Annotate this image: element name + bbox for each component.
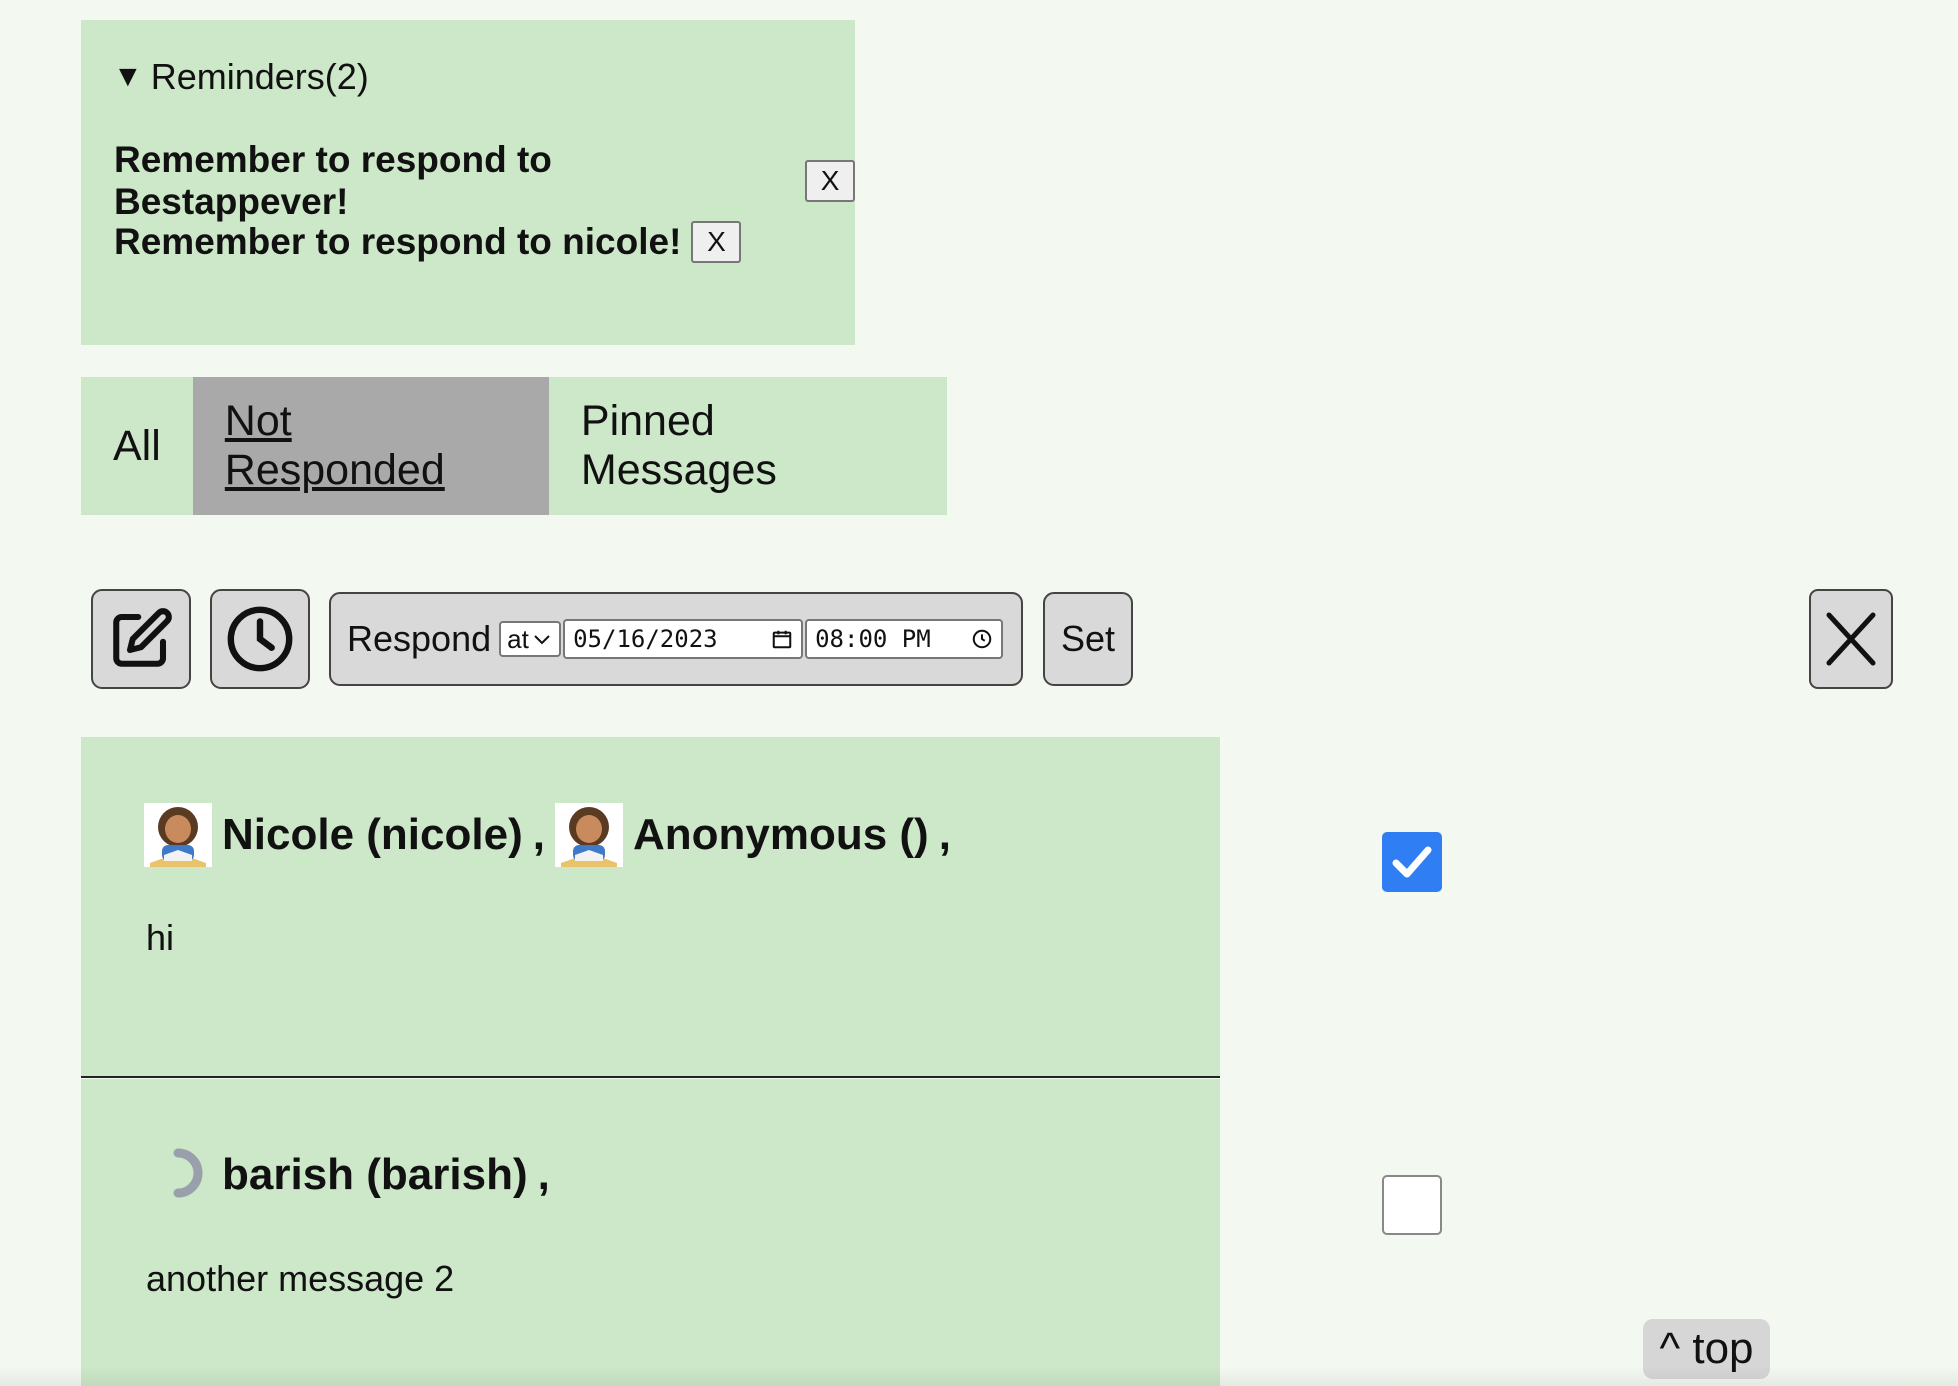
tab-all[interactable]: All — [81, 377, 193, 515]
student-avatar-icon — [144, 803, 212, 867]
clock-icon[interactable] — [971, 628, 993, 650]
bottom-shadow — [0, 1366, 1958, 1386]
author-name: Anonymous () — [632, 810, 929, 859]
calendar-icon[interactable] — [771, 628, 793, 650]
reminder-text: Remember to respond to Bestappever! — [114, 138, 552, 222]
reminders-panel: ▼ Reminders(2) Remember to respond to Be… — [81, 20, 855, 345]
author-separator: , — [532, 810, 545, 859]
reminder-item: Remember to respond to Bestappever! X — [114, 139, 855, 222]
message-toolbar: Respond at 05/16/2023 08:00 PM Set — [91, 589, 1895, 689]
message-select-checkbox[interactable] — [1382, 1175, 1442, 1235]
reminder-text: Remember to respond to nicole! — [114, 220, 682, 262]
schedule-button[interactable] — [210, 589, 310, 689]
author-name: barish (barish) — [222, 1150, 528, 1199]
student-avatar-icon — [554, 803, 623, 867]
close-icon — [1826, 612, 1876, 666]
chevron-down-icon — [534, 635, 550, 645]
disclosure-triangle-icon: ▼ — [113, 60, 143, 93]
filter-tabs: All Not Responded Pinned Messages — [81, 377, 947, 515]
message-text: another message 2 — [146, 1258, 455, 1299]
date-input[interactable]: 05/16/2023 — [563, 619, 804, 659]
respond-mode-select[interactable]: at — [499, 621, 562, 657]
edit-icon — [113, 608, 172, 667]
tab-pinned-messages[interactable]: Pinned Messages — [549, 377, 947, 515]
message-select-checkbox[interactable] — [1382, 832, 1442, 892]
time-value: 08:00 PM — [815, 625, 931, 653]
message-card: Nicole (nicole) , Anonymous () , hi — [81, 737, 1220, 1078]
set-button[interactable]: Set — [1043, 592, 1133, 686]
author-separator: , — [537, 1150, 550, 1199]
edit-button[interactable] — [91, 589, 191, 689]
reminders-list: Remember to respond to Bestappever! X Re… — [114, 139, 855, 272]
message-text: hi — [146, 917, 175, 958]
reminders-summary[interactable]: ▼ Reminders(2) — [113, 56, 369, 98]
close-button[interactable] — [1809, 589, 1893, 689]
checkmark-icon — [1392, 846, 1432, 878]
date-value: 05/16/2023 — [573, 625, 718, 653]
dismiss-reminder-button[interactable]: X — [805, 159, 855, 202]
respond-mode-value: at — [507, 623, 529, 654]
reminders-title: Reminders(2) — [150, 56, 369, 97]
author-separator: , — [938, 810, 951, 859]
time-input[interactable]: 08:00 PM — [805, 619, 1004, 659]
clock-icon — [227, 606, 293, 672]
dismiss-reminder-button[interactable]: X — [691, 220, 742, 263]
message-card: barish (barish) , another message 2 — [81, 1079, 1220, 1386]
respond-label: Respond — [347, 618, 492, 659]
respond-scheduler: Respond at 05/16/2023 08:00 PM — [329, 592, 1023, 686]
loading-spinner-icon — [173, 1148, 203, 1198]
author-name: Nicole (nicole) — [222, 810, 523, 859]
message-authors: Nicole (nicole) , Anonymous () , — [144, 803, 951, 867]
message-authors: barish (barish) , — [144, 1143, 550, 1207]
tab-not-responded[interactable]: Not Responded — [192, 377, 549, 515]
